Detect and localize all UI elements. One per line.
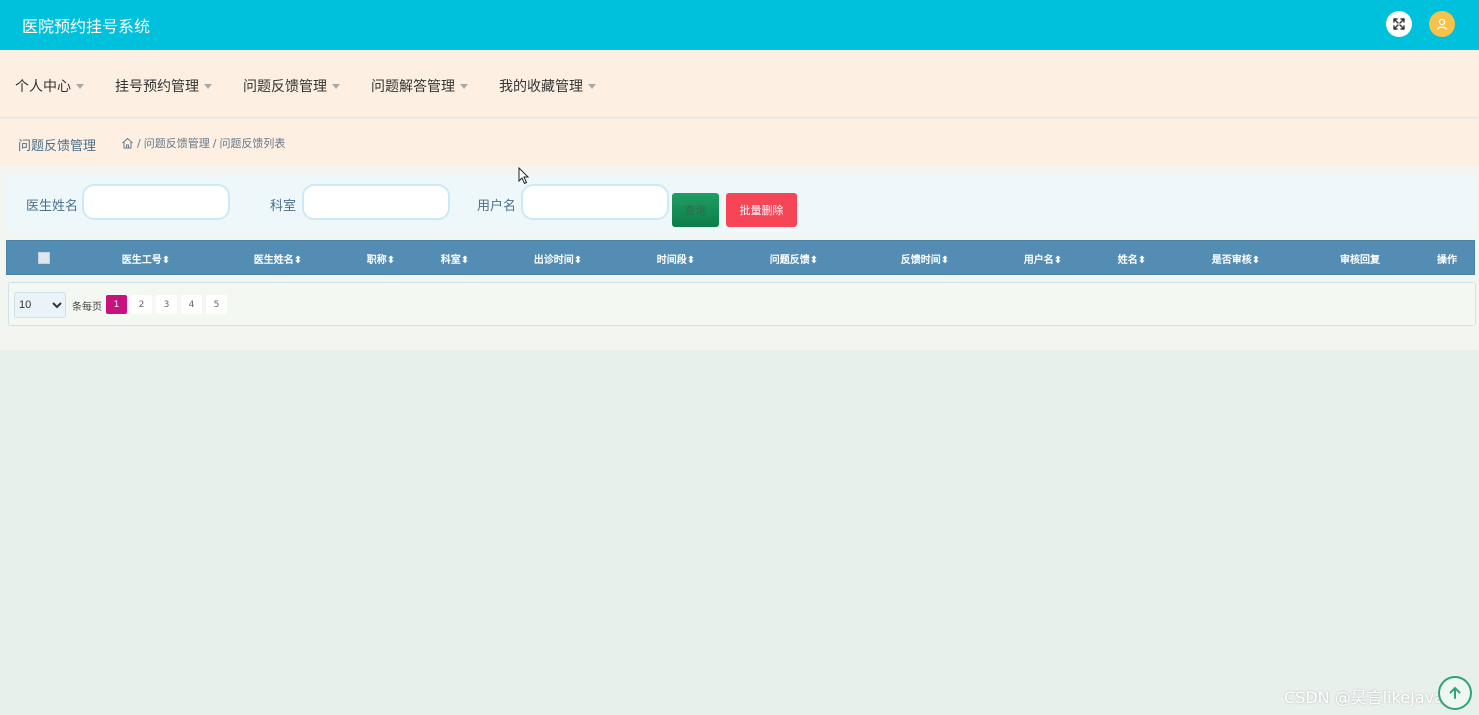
per-page-label: 条每页 [72, 302, 102, 313]
caret-down-icon [76, 83, 84, 89]
sort-icon: ⬍ [809, 255, 819, 266]
batch-delete-button[interactable]: 批量删除 [726, 193, 797, 227]
sort-icon: ⬍ [1053, 255, 1063, 266]
top-header-bar: 医院预约挂号系统 [0, 0, 1479, 50]
scroll-to-top-button[interactable] [1438, 676, 1472, 710]
caret-down-icon [460, 83, 468, 89]
nav-item-favorites-management[interactable]: 我的收藏管理 [499, 76, 596, 96]
watermark: CSDN @昊言likeJava [1284, 688, 1444, 707]
mouse-cursor-icon [518, 167, 530, 185]
doctor-name-input[interactable] [82, 184, 230, 220]
department-input[interactable] [302, 184, 450, 220]
page-button-1[interactable]: 1 [106, 295, 127, 314]
column-header-review-reply: 审核回复 [1340, 255, 1380, 266]
department-label: 科室 [270, 199, 297, 214]
breadcrumb-bar: 问题反馈管理 / 问题反馈管理 / 问题反馈列表 [0, 119, 1479, 166]
fullscreen-button[interactable] [1386, 11, 1412, 37]
page-button-2[interactable]: 2 [131, 295, 152, 314]
column-header-doctor-id[interactable]: 医生工号⬍ [122, 251, 170, 266]
breadcrumb-link[interactable]: 问题反馈管理 [144, 135, 210, 151]
page-size-select[interactable]: 10 [14, 292, 66, 318]
main-nav-bar: 个人中心 挂号预约管理 问题反馈管理 问题解答管理 我的收藏管理 [0, 50, 1479, 118]
query-button[interactable]: 查询 [672, 193, 719, 227]
caret-down-icon [588, 83, 596, 89]
sort-icon: ⬍ [686, 255, 696, 266]
caret-down-icon [332, 83, 340, 89]
breadcrumb-current: 问题反馈列表 [219, 137, 286, 150]
select-all-checkbox[interactable] [38, 252, 50, 264]
pagination: 10 条每页 1 2 3 4 5 [8, 282, 1476, 326]
user-avatar-icon [1436, 18, 1448, 30]
page-button-4[interactable]: 4 [181, 295, 202, 314]
column-header-title[interactable]: 职称⬍ [367, 251, 395, 266]
column-header-doctor-name[interactable]: 医生姓名⬍ [254, 251, 302, 266]
page-button-5[interactable]: 5 [206, 295, 227, 314]
column-header-department[interactable]: 科室⬍ [441, 251, 469, 266]
sort-icon: ⬍ [161, 255, 171, 266]
table-header: 医生工号⬍ 医生姓名⬍ 职称⬍ 科室⬍ 出诊时间⬍ 时间段⬍ 问题反馈⬍ 反馈时… [6, 240, 1475, 275]
sort-icon: ⬍ [1251, 255, 1261, 266]
column-header-actions: 操作 [1437, 255, 1457, 266]
nav-item-label: 我的收藏管理 [499, 79, 583, 95]
column-header-name[interactable]: 姓名⬍ [1118, 251, 1146, 266]
home-icon[interactable] [121, 137, 134, 149]
caret-down-icon [204, 83, 212, 89]
page-button-3[interactable]: 3 [156, 295, 177, 314]
sort-icon: ⬍ [573, 255, 583, 266]
column-header-feedback[interactable]: 问题反馈⬍ [770, 251, 818, 266]
nav-item-feedback-management[interactable]: 问题反馈管理 [243, 76, 340, 96]
sort-icon: ⬍ [386, 255, 396, 266]
nav-item-label: 个人中心 [15, 79, 71, 95]
sort-icon: ⬍ [460, 255, 470, 266]
sort-icon: ⬍ [293, 255, 303, 266]
username-input[interactable] [521, 184, 669, 220]
breadcrumb-separator: / [212, 136, 217, 150]
breadcrumb: / 问题反馈管理 / 问题反馈列表 [121, 135, 285, 151]
user-avatar-button[interactable] [1429, 11, 1455, 37]
column-header-reviewed[interactable]: 是否审核⬍ [1212, 251, 1260, 266]
arrow-up-icon [1449, 686, 1461, 699]
breadcrumb-separator: / [137, 136, 141, 150]
nav-item-label: 问题解答管理 [371, 79, 455, 95]
nav-item-label: 问题反馈管理 [243, 79, 327, 95]
page-title: 问题反馈管理 [18, 139, 97, 154]
column-header-username[interactable]: 用户名⬍ [1024, 251, 1062, 266]
nav-item-answer-management[interactable]: 问题解答管理 [371, 76, 468, 96]
column-header-time-slot[interactable]: 时间段⬍ [657, 251, 695, 266]
sort-icon: ⬍ [1137, 255, 1147, 266]
username-label: 用户名 [477, 199, 517, 214]
nav-item-appointment-management[interactable]: 挂号预约管理 [115, 76, 212, 96]
fullscreen-icon [1393, 18, 1405, 30]
doctor-name-label: 医生姓名 [26, 199, 79, 214]
nav-item-personal-center[interactable]: 个人中心 [15, 76, 84, 96]
column-header-visit-time[interactable]: 出诊时间⬍ [534, 251, 582, 266]
nav-item-label: 挂号预约管理 [115, 79, 199, 95]
sort-icon: ⬍ [940, 255, 950, 266]
app-title: 医院预约挂号系统 [22, 17, 151, 36]
column-header-feedback-time[interactable]: 反馈时间⬍ [901, 251, 949, 266]
